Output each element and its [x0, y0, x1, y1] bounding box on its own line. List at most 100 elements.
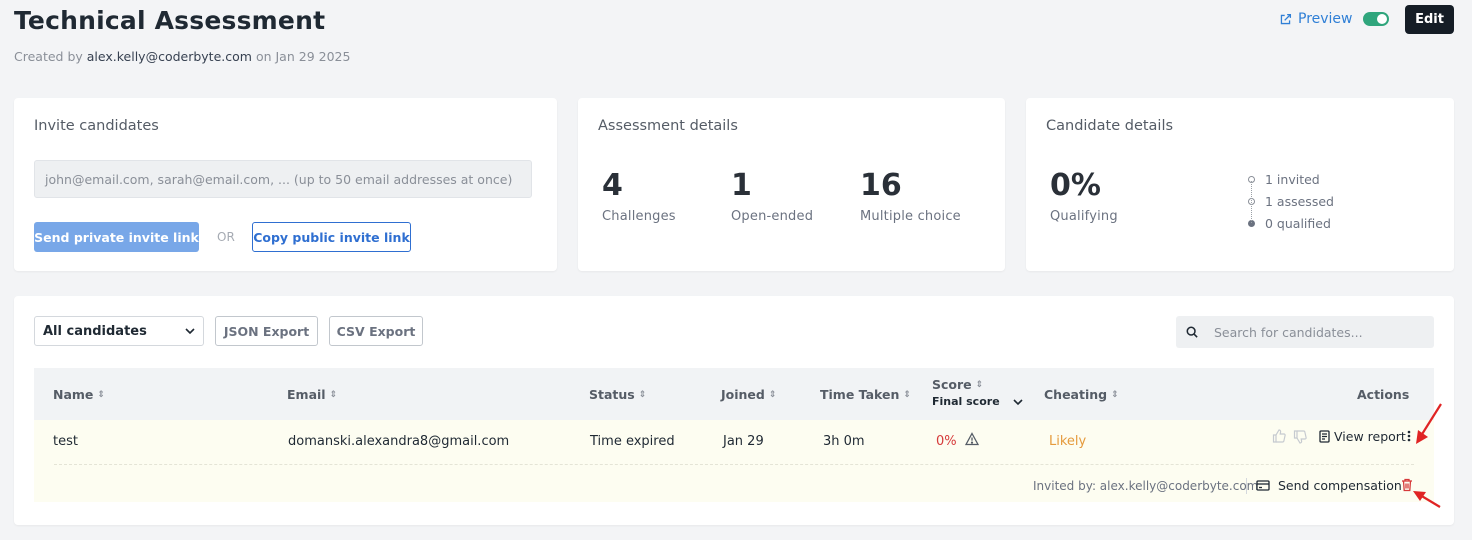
created-prefix: Created by [14, 49, 83, 64]
column-label: Cheating [1044, 387, 1108, 402]
sort-icon: ⇕ [903, 389, 911, 400]
score-type-label: Final score [932, 395, 1000, 408]
candidate-search-input[interactable]: Search for candidates... [1176, 316, 1434, 348]
stat-label: Open-ended [731, 209, 814, 224]
assessment-card: Assessment details 4 Challenges 1 Open-e… [578, 98, 1005, 271]
created-on-prefix: on [255, 49, 272, 64]
stat-label: Challenges [602, 209, 676, 224]
list-item: 1 invited [1248, 168, 1334, 190]
json-export-button[interactable]: JSON Export [215, 316, 318, 346]
page-title: Technical Assessment [14, 6, 326, 35]
view-report-link[interactable]: View report [1319, 429, 1406, 444]
stat-challenges: 4 Challenges [602, 168, 676, 224]
column-email[interactable]: Email ⇕ [287, 387, 337, 402]
warning-icon[interactable] [965, 432, 979, 446]
annotation-arrow-icon [1416, 403, 1442, 444]
preview-label: Preview [1298, 11, 1353, 27]
row-divider [54, 464, 1414, 465]
assessment-title: Assessment details [598, 118, 738, 134]
candidate-details-title: Candidate details [1046, 118, 1174, 134]
column-time-taken[interactable]: Time Taken ⇕ [820, 387, 911, 402]
table-row[interactable]: test domanski.alexandra8@gmail.com Time … [34, 420, 1434, 502]
score-type-select[interactable]: Final score [932, 395, 1024, 408]
publish-toggle[interactable] [1363, 12, 1389, 26]
external-link-icon [1280, 13, 1292, 24]
qualifying-label: Qualifying [1050, 209, 1118, 224]
invite-email-input[interactable]: john@email.com, sarah@email.com, ... (up… [34, 160, 532, 198]
column-label: Score [932, 377, 972, 392]
candidates-card: All candidates JSON Export CSV Export Se… [14, 296, 1454, 525]
invite-title: Invite candidates [34, 118, 159, 134]
created-by-line: Created by alex.kelly@coderbyte.com on J… [14, 49, 350, 64]
send-private-invite-button[interactable]: Send private invite link [34, 222, 199, 252]
copy-public-invite-button[interactable]: Copy public invite link [252, 222, 411, 252]
candidate-filter-select[interactable]: All candidates [34, 316, 204, 346]
column-label: Status [589, 387, 635, 402]
list-item: 1 assessed [1248, 190, 1334, 212]
qualifying-pct: 0% [1050, 168, 1101, 203]
sort-icon: ⇕ [329, 389, 338, 400]
stat-num: 4 [602, 168, 623, 203]
thumbs-down-icon[interactable] [1293, 430, 1307, 444]
candidate-joined: Jan 29 [723, 434, 764, 449]
stat-num: 1 [731, 168, 752, 203]
column-label: Name [53, 387, 94, 402]
candidate-time-taken: 3h 0m [823, 434, 865, 449]
list-item-label: 1 invited [1265, 171, 1320, 187]
invited-by-text: Invited by: alex.kelly@coderbyte.com [1033, 479, 1259, 493]
sort-icon: ⇕ [1111, 389, 1119, 400]
csv-export-button[interactable]: CSV Export [329, 316, 423, 346]
list-item-label: 0 qualified [1265, 215, 1331, 231]
candidate-progress-list: 1 invited 1 assessed 0 qualified [1248, 168, 1334, 234]
list-item-label: 1 assessed [1265, 193, 1334, 209]
cheating-likelihood: Likely [1049, 434, 1087, 449]
list-item: 0 qualified [1248, 212, 1334, 234]
sort-icon: ⇕ [975, 379, 984, 390]
stat-label: Multiple choice [860, 209, 961, 224]
stat-num: 16 [860, 168, 902, 203]
edit-button[interactable]: Edit [1405, 5, 1454, 34]
thumbs-up-icon[interactable] [1272, 429, 1286, 443]
progress-line [1251, 181, 1252, 223]
candidate-name: test [53, 434, 78, 449]
stat-qualifying: 0% Qualifying [1050, 168, 1118, 224]
view-report-label: View report [1334, 429, 1406, 444]
column-name[interactable]: Name ⇕ [53, 387, 105, 402]
toggle-knob [1377, 14, 1387, 24]
invite-card: Invite candidates john@email.com, sarah@… [14, 98, 557, 271]
send-compensation-button[interactable]: Send compensation [1256, 478, 1402, 493]
document-icon [1319, 430, 1330, 443]
column-cheating[interactable]: Cheating ⇕ [1044, 387, 1119, 402]
creator-email: alex.kelly@coderbyte.com [86, 49, 252, 64]
column-label: Time Taken [820, 387, 900, 402]
or-label: OR [217, 230, 235, 244]
candidate-email: domanski.alexandra8@gmail.com [288, 434, 510, 449]
column-status[interactable]: Status ⇕ [589, 387, 646, 402]
filter-value: All candidates [43, 323, 147, 339]
column-actions: Actions [1357, 387, 1409, 402]
column-label: Joined [721, 387, 765, 402]
stat-open-ended: 1 Open-ended [731, 168, 813, 224]
table-header: Name ⇕ Email ⇕ Status ⇕ Joined ⇕ Time Taken ⇕… [34, 368, 1434, 420]
column-joined[interactable]: Joined ⇕ [721, 387, 776, 402]
candidate-score: 0% [936, 434, 957, 449]
search-icon [1186, 326, 1198, 338]
credit-card-icon [1256, 480, 1270, 491]
column-label: Actions [1357, 387, 1410, 402]
sort-icon: ⇕ [97, 389, 105, 400]
stat-multiple-choice: 16 Multiple choice [860, 168, 961, 224]
chevron-down-icon [185, 328, 195, 335]
sort-icon: ⇕ [768, 389, 777, 400]
send-compensation-label: Send compensation [1278, 478, 1402, 493]
preview-link[interactable]: Preview [1279, 11, 1353, 27]
search-placeholder: Search for candidates... [1214, 324, 1363, 340]
created-date: Jan 29 2025 [275, 49, 351, 64]
sort-icon: ⇕ [638, 389, 647, 400]
chevron-down-icon [1013, 398, 1023, 405]
vertical-separator [1246, 478, 1247, 494]
column-score[interactable]: Score ⇕ [932, 377, 983, 392]
candidate-details-card: Candidate details 0% Qualifying 1 invite… [1026, 98, 1454, 271]
candidate-status: Time expired [590, 434, 675, 449]
column-label: Email [287, 387, 326, 402]
annotation-arrow-icon [1413, 491, 1441, 508]
